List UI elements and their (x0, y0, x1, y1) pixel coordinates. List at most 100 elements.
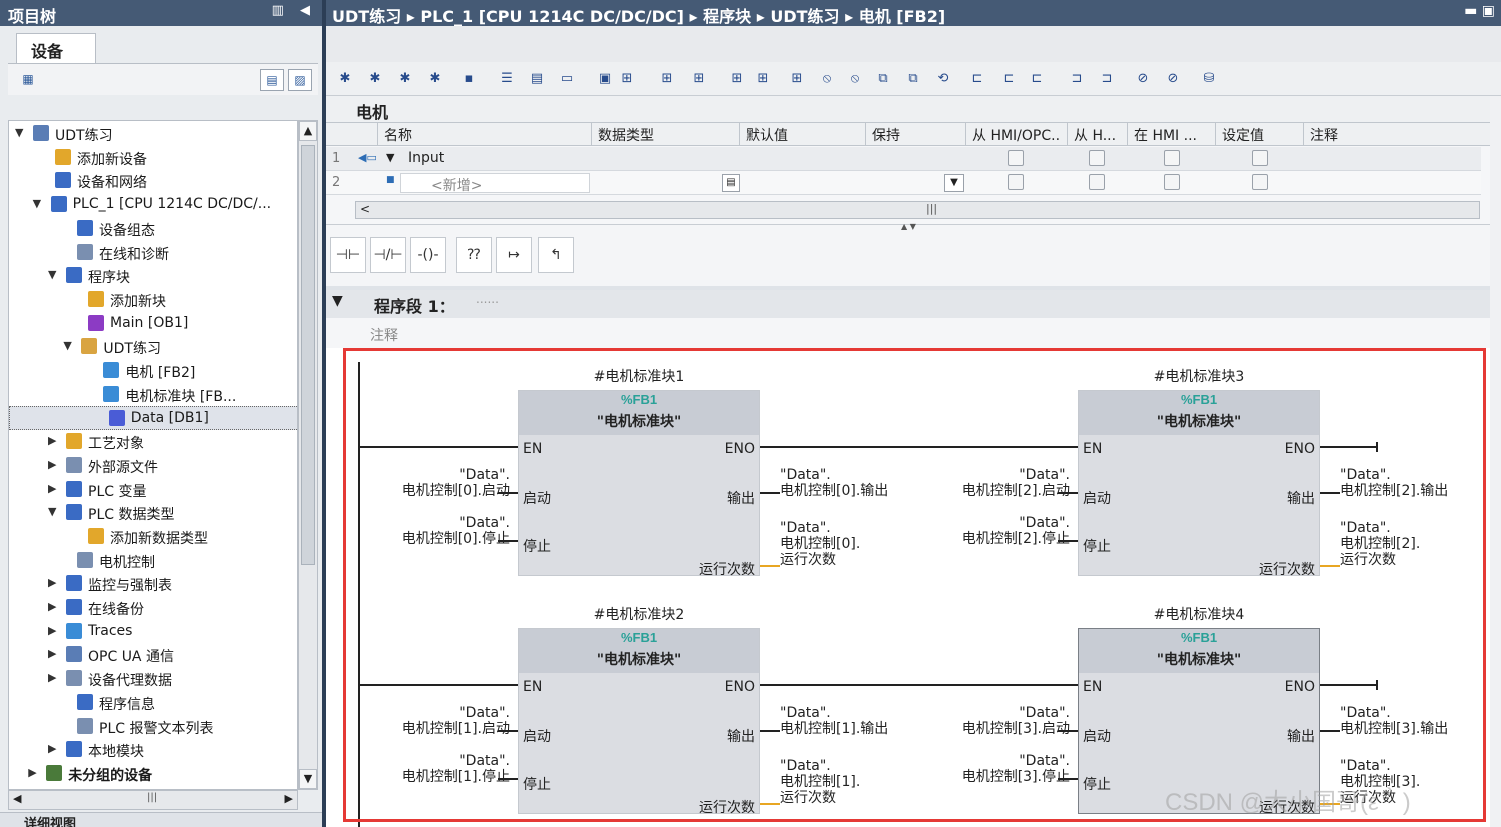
table-row[interactable]: 1 ◀▭ ▼ Input (326, 147, 1481, 171)
tree-item[interactable]: 添加新数据类型 (9, 525, 297, 549)
no-contact-icon[interactable]: ⊣⊢ (330, 237, 366, 273)
tree-item[interactable]: ▶ OPC UA 通信 (9, 643, 297, 667)
scroll-left-icon[interactable]: < (360, 202, 370, 216)
editor-vscroll[interactable] (1490, 96, 1501, 827)
tree-item[interactable]: ▶ PLC 变量 (9, 478, 297, 502)
properties-icon[interactable]: ▨ (288, 69, 312, 91)
table-header[interactable]: 名称 (378, 123, 592, 146)
chevron-icon[interactable]: ▶ (48, 482, 56, 495)
step-icon[interactable]: ⊏ (998, 69, 1020, 89)
close-branch-icon[interactable]: ↰ (538, 237, 574, 273)
add-row-icon[interactable]: ✱ (424, 69, 446, 89)
nc-contact-icon[interactable]: ⊣/⊢ (370, 237, 406, 273)
panel-controls[interactable]: ▥ ◀ (272, 3, 316, 18)
splitter-handle[interactable]: ▲ ▼ (901, 222, 971, 231)
tree-item[interactable]: 电机控制 (9, 549, 297, 573)
chevron-icon[interactable]: ▼ (63, 339, 71, 352)
interface-hscroll[interactable]: < ||| (355, 201, 1480, 219)
add-new-field[interactable]: <新增> (400, 173, 590, 194)
chevron-icon[interactable]: ▶ (28, 766, 36, 779)
tree-item[interactable]: ▶ 在线备份 (9, 596, 297, 620)
chevron-icon[interactable]: ▼ (48, 268, 56, 281)
table-header[interactable]: 注释 (1304, 123, 1501, 146)
checkbox[interactable] (1164, 150, 1180, 166)
tree-item[interactable]: ▼ PLC_1 [CPU 1214C DC/DC/... (9, 193, 297, 217)
table-header[interactable]: 默认值 (740, 123, 866, 146)
settings-icon[interactable]: ⊘ (1162, 69, 1184, 89)
tree-item[interactable]: ▶ 外部源文件 (9, 454, 297, 478)
tree-item[interactable]: 设备和网络 (9, 169, 297, 193)
list-view-icon[interactable]: ▤ (260, 69, 284, 91)
favorites-icon[interactable]: ⊞ (786, 69, 808, 89)
scroll-thumb[interactable] (301, 145, 315, 565)
tree-item[interactable]: ▶ 设备代理数据 (9, 667, 297, 691)
table-header[interactable]: 从 HMI/OPC.. (966, 123, 1068, 146)
chevron-icon[interactable]: ▶ (48, 742, 56, 755)
delete-network-icon[interactable]: ✱ (364, 69, 386, 89)
tree-item[interactable]: ▼ UDT练习 (9, 122, 297, 146)
breakpoint-icon[interactable]: ⊏ (966, 69, 988, 89)
scroll-grip[interactable]: ||| (926, 202, 937, 215)
comment-icon[interactable]: ▣ (594, 69, 616, 89)
scroll-right-icon[interactable]: ▶ (285, 792, 293, 805)
tree-horizontal-scrollbar[interactable]: ◀ ||| ▶ (8, 790, 298, 810)
coil-icon[interactable]: -()- (410, 237, 446, 273)
chevron-icon[interactable]: ▶ (48, 624, 56, 637)
empty-box-icon[interactable]: ⁇ (456, 237, 492, 273)
expand-icon[interactable]: ⊞ (616, 69, 638, 89)
step-into-icon[interactable]: ⊏ (1026, 69, 1048, 89)
tree-item[interactable]: 添加新块 (9, 288, 297, 312)
tree-item[interactable]: ▶ 工艺对象 (9, 430, 297, 454)
tree-item[interactable]: PLC 报警文本列表 (9, 715, 297, 739)
chevron-icon[interactable]: ▼ (15, 126, 23, 139)
datatype-picker-icon[interactable]: ▤ (722, 174, 740, 192)
toggle-icon[interactable]: ⊞ (752, 69, 774, 89)
chevron-icon[interactable]: ▶ (48, 458, 56, 471)
collapse-icon[interactable]: ▼ (332, 293, 343, 309)
tree-item[interactable]: Data [DB1] (9, 406, 297, 431)
scroll-grip[interactable]: ||| (147, 792, 157, 803)
checkbox[interactable] (1008, 174, 1024, 190)
insert-row-icon[interactable]: ✱ (394, 69, 416, 89)
table-header[interactable]: 在 HMI ... (1128, 123, 1216, 146)
network-header[interactable]: ▼ 程序段 1： ...... (326, 290, 1501, 318)
tree-item[interactable]: 添加新设备 (9, 146, 297, 170)
chevron-icon[interactable]: ▶ (48, 647, 56, 660)
checkbox[interactable] (1008, 150, 1024, 166)
table-header[interactable]: 从 H... (1068, 123, 1128, 146)
tree-item[interactable]: 在线和诊断 (9, 241, 297, 265)
collapse-icon[interactable]: ⊞ (656, 69, 678, 89)
table-header[interactable]: 设定值 (1216, 123, 1304, 146)
show-all-icon[interactable]: ⊞ (726, 69, 748, 89)
monitor-on-icon[interactable]: ⦸ (844, 69, 866, 89)
checkbox[interactable] (1089, 150, 1105, 166)
insert-network-icon[interactable]: ✱ (334, 69, 356, 89)
chevron-icon[interactable]: ▶ (48, 576, 56, 589)
tree-item[interactable]: 程序信息 (9, 691, 297, 715)
scroll-up-icon[interactable]: ▲ (299, 121, 317, 141)
compare-icon[interactable]: ⧉ (872, 69, 894, 89)
tree-item[interactable]: 电机标准块 [FB... (9, 383, 297, 407)
window-controls[interactable]: ▬ ▣ (1464, 3, 1495, 19)
chevron-icon[interactable]: ▼ (48, 505, 56, 518)
tree-item[interactable]: ▶ 未分组的设备 (9, 762, 297, 786)
tree-item[interactable]: Main [OB1] (9, 312, 297, 336)
align-icon[interactable]: ☰ (496, 69, 518, 89)
chevron-icon[interactable]: ▼ (33, 197, 41, 210)
scroll-down-icon[interactable]: ▼ (299, 769, 317, 789)
snapshot-icon[interactable]: ⧉ (902, 69, 924, 89)
interface-icon[interactable]: ⊞ (688, 69, 710, 89)
table-row[interactable]: 2 ■ <新增> ▤ ▼ (326, 171, 1481, 195)
go-online-icon[interactable]: ⟲ (932, 69, 954, 89)
checkbox[interactable] (1089, 174, 1105, 190)
retain-dropdown-icon[interactable]: ▼ (944, 174, 964, 192)
checkbox[interactable] (1252, 174, 1268, 190)
table-header[interactable]: 数据类型 (592, 123, 740, 146)
tree-item[interactable]: ▶ 监控与强制表 (9, 572, 297, 596)
tree-item[interactable]: ▶ 本地模块 (9, 738, 297, 762)
run-icon[interactable]: ⊐ (1096, 69, 1118, 89)
checkbox[interactable] (1164, 174, 1180, 190)
table-header[interactable]: 保持 (866, 123, 966, 146)
open-branch-icon[interactable]: ↦ (496, 237, 532, 273)
chevron-icon[interactable]: ▶ (48, 600, 56, 613)
